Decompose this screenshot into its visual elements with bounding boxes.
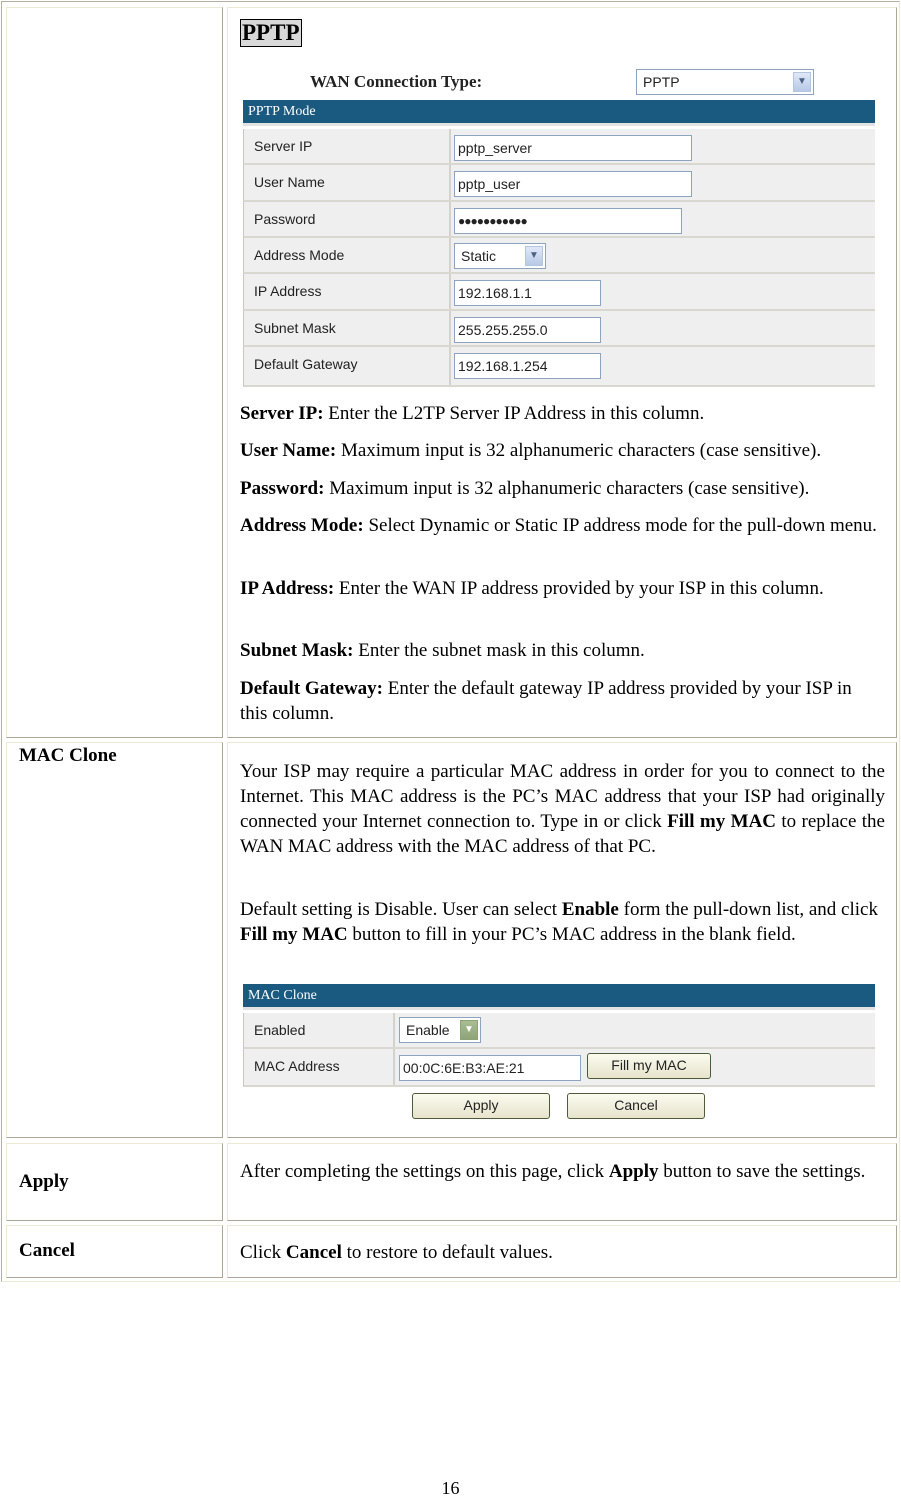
desc-user-name: User Name: Maximum input is 32 alphanume… (240, 440, 822, 461)
field-label: IP Address (254, 283, 322, 299)
user-name-input[interactable]: pptp_user (454, 171, 692, 197)
row-label: Cancel (19, 1240, 75, 1261)
field-label: MAC Address (254, 1058, 340, 1074)
address-mode-select[interactable]: Static ▼ (454, 243, 546, 269)
subnet-mask-input[interactable]: 255.255.255.0 (454, 317, 601, 343)
form-row-password: Password ●●●●●●●●●●● (243, 202, 875, 238)
field-label: Default Gateway (254, 356, 358, 372)
fill-my-mac-button[interactable]: Fill my MAC (587, 1053, 711, 1079)
row-cancel-content-cell: Click Cancel to restore to default value… (227, 1225, 897, 1278)
field-label: Subnet Mask (254, 320, 336, 336)
server-ip-input[interactable]: pptp_server (454, 135, 692, 161)
password-input[interactable]: ●●●●●●●●●●● (454, 208, 682, 234)
desc-server-ip: Server IP: Enter the L2TP Server IP Addr… (240, 403, 705, 424)
mac-clone-header: MAC Clone (243, 984, 875, 1010)
desc-subnet-mask: Subnet Mask: Enter the subnet mask in th… (240, 640, 645, 661)
row-apply-label-cell: Apply (6, 1143, 223, 1221)
mac-clone-desc-2: Default setting is Disable. User can sel… (240, 899, 878, 945)
field-label: User Name (254, 174, 325, 190)
apply-button[interactable]: Apply (412, 1093, 550, 1119)
row-pptp-label-cell (6, 7, 223, 738)
chevron-down-icon: ▼ (793, 72, 811, 92)
ip-address-input[interactable]: 192.168.1.1 (454, 280, 601, 306)
section-title: PPTP (240, 19, 302, 47)
mac-clone-form: Enabled Enable ▼ MAC Address 00:0C:6E:B3… (243, 1013, 875, 1093)
default-gateway-input[interactable]: 192.168.1.254 (454, 353, 601, 379)
row-label: Apply (19, 1171, 69, 1192)
row-apply-content-cell: After completing the settings on this pa… (227, 1143, 897, 1221)
settings-table: PPTP WAN Connection Type: PPTP ▼ PPTP Mo… (1, 1, 900, 1282)
form-row-mac-address: MAC Address 00:0C:6E:B3:AE:21 Fill my MA… (243, 1049, 875, 1087)
page-number: 16 (441, 1478, 460, 1496)
chevron-down-icon: ▼ (525, 246, 543, 266)
row-pptp-content-cell: PPTP WAN Connection Type: PPTP ▼ PPTP Mo… (227, 7, 897, 738)
form-row-server-ip: Server IP pptp_server (243, 129, 875, 165)
desc-password: Password: Maximum input is 32 alphanumer… (240, 478, 810, 499)
mac-clone-enabled-value: Enable (406, 1022, 450, 1038)
desc-address-mode: Address Mode: Select Dynamic or Static I… (240, 515, 877, 536)
desc-default-gateway: Default Gateway: Enter the default gatew… (240, 678, 852, 724)
row-label: MAC Clone (19, 745, 117, 766)
pptp-mode-header: PPTP Mode (243, 100, 875, 126)
form-row-default-gateway: Default Gateway 192.168.1.254 (243, 347, 875, 387)
field-label: Enabled (254, 1022, 306, 1038)
form-row-address-mode: Address Mode Static ▼ (243, 238, 875, 274)
wan-connection-type-select[interactable]: PPTP ▼ (636, 69, 814, 95)
wan-connection-type-value: PPTP (643, 74, 680, 90)
pptp-form: Server IP pptp_server User Name pptp_use… (243, 129, 875, 389)
desc-ip-address: IP Address: Enter the WAN IP address pro… (240, 578, 824, 599)
form-row-enabled: Enabled Enable ▼ (243, 1013, 875, 1049)
mac-clone-enabled-select[interactable]: Enable ▼ (399, 1017, 481, 1043)
field-label: Address Mode (254, 247, 345, 263)
form-row-ip-address: IP Address 192.168.1.1 (243, 274, 875, 311)
field-label: Password (254, 211, 316, 227)
row-mac-clone-label-cell: MAC Clone (6, 742, 223, 1138)
row-mac-clone-content-cell: Your ISP may require a particular MAC ad… (227, 742, 897, 1138)
mac-clone-desc-1: Your ISP may require a particular MAC ad… (240, 761, 885, 857)
field-label: Server IP (254, 138, 313, 154)
row-cancel-label-cell: Cancel (6, 1225, 223, 1278)
mac-address-input[interactable]: 00:0C:6E:B3:AE:21 (399, 1055, 581, 1081)
chevron-down-icon: ▼ (460, 1020, 478, 1040)
form-row-subnet-mask: Subnet Mask 255.255.255.0 (243, 311, 875, 347)
wan-connection-type-label: WAN Connection Type: (310, 72, 483, 91)
cancel-desc: Click Cancel to restore to default value… (240, 1242, 553, 1263)
address-mode-value: Static (461, 248, 497, 264)
form-row-user-name: User Name pptp_user (243, 165, 875, 202)
apply-desc: After completing the settings on this pa… (240, 1161, 866, 1182)
cancel-button[interactable]: Cancel (567, 1093, 705, 1119)
